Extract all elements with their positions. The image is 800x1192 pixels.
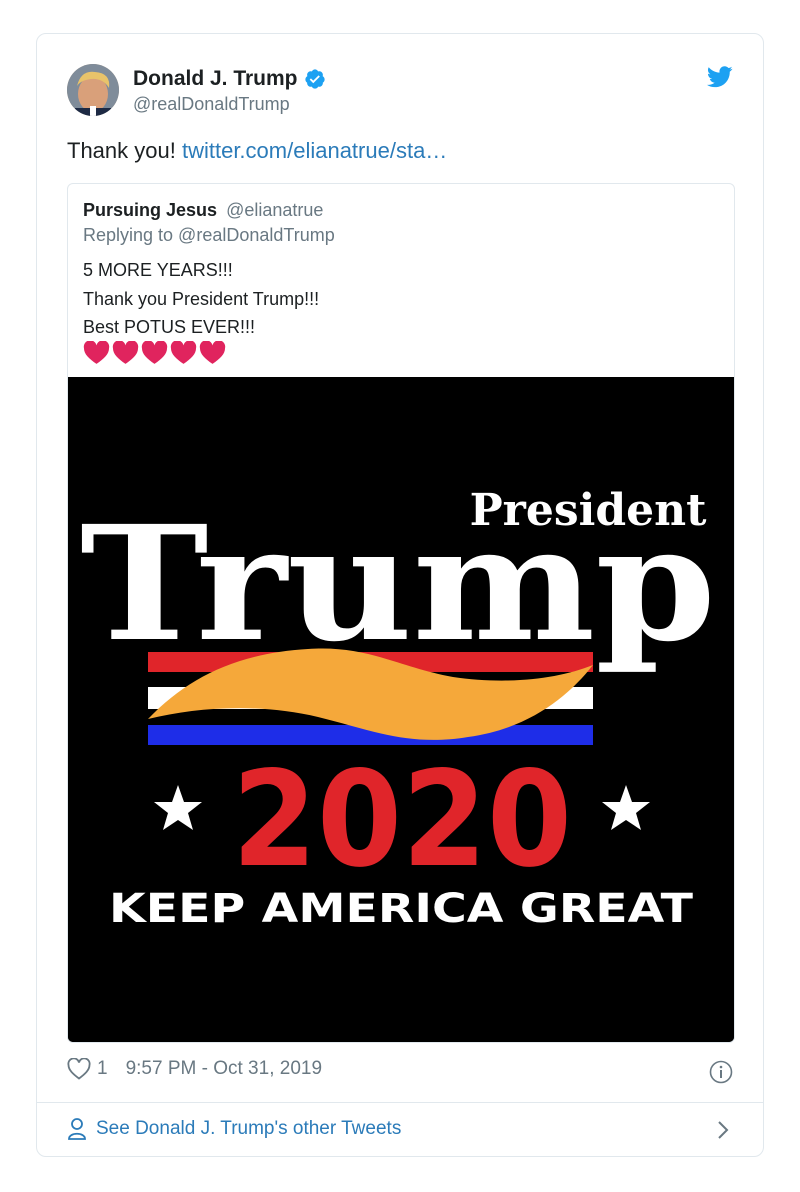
heart-emoji [199, 341, 226, 364]
author-name[interactable]: Donald J. Trump [133, 67, 326, 91]
quoted-text-line: Thank you President Trump!!! [83, 289, 320, 309]
author-name-text[interactable]: Donald J. Trump [133, 67, 298, 91]
avatar[interactable] [67, 64, 119, 116]
campaign-graphic: President Trump 2020 KEEP AMERICA GREAT [68, 377, 734, 1042]
heart-emoji-row [83, 341, 226, 365]
see-other-tweets-label[interactable]: See Donald J. Trump's other Tweets [96, 1118, 401, 1140]
author-handle[interactable]: @realDonaldTrump [133, 94, 290, 115]
quoted-image[interactable]: President Trump 2020 KEEP AMERICA GREAT [68, 377, 734, 1042]
like-count[interactable]: 1 [97, 1058, 108, 1080]
quoted-text-line: Best POTUS EVER!!! [83, 317, 256, 337]
reply-context: Replying to @realDonaldTrump [83, 225, 335, 245]
quoted-author[interactable]: Pursuing Jesus @elianatrue [83, 200, 323, 221]
tweet-meta: 1 9:57 PM - Oct 31, 2019 [67, 1058, 322, 1080]
quoted-tweet[interactable]: Pursuing Jesus @elianatrue Replying to @… [67, 183, 735, 1043]
person-icon [68, 1118, 86, 1140]
timestamp[interactable]: 9:57 PM - Oct 31, 2019 [126, 1058, 322, 1080]
quoted-author-handle[interactable]: @elianatrue [226, 200, 323, 220]
graphic-title-big: Trump [80, 492, 716, 677]
graphic-year: 2020 [232, 743, 572, 897]
embedded-tweet-card[interactable]: Donald J. Trump @realDonaldTrump Thank y… [36, 33, 764, 1157]
heart-emoji [83, 341, 110, 364]
info-icon[interactable] [709, 1060, 733, 1084]
heart-emoji [170, 341, 197, 364]
tweet-body: Thank you! [67, 138, 176, 163]
like-heart-icon[interactable] [67, 1058, 91, 1080]
graphic-slogan: KEEP AMERICA GREAT [109, 886, 694, 932]
quoted-text-line: 5 MORE YEARS!!! [83, 260, 233, 280]
tweet-link[interactable]: twitter.com/elianatrue/sta… [182, 138, 447, 163]
quoted-author-name[interactable]: Pursuing Jesus [83, 200, 217, 220]
footer-divider [37, 1102, 763, 1103]
verified-badge-icon [304, 69, 325, 89]
tweet-text: Thank you! twitter.com/elianatrue/sta… [67, 138, 447, 164]
chevron-right-icon[interactable] [717, 1119, 729, 1141]
see-other-tweets-link[interactable]: See Donald J. Trump's other Tweets [67, 1117, 401, 1141]
heart-emoji [112, 341, 139, 364]
heart-emoji [141, 341, 168, 364]
twitter-bird-icon[interactable] [707, 66, 733, 88]
